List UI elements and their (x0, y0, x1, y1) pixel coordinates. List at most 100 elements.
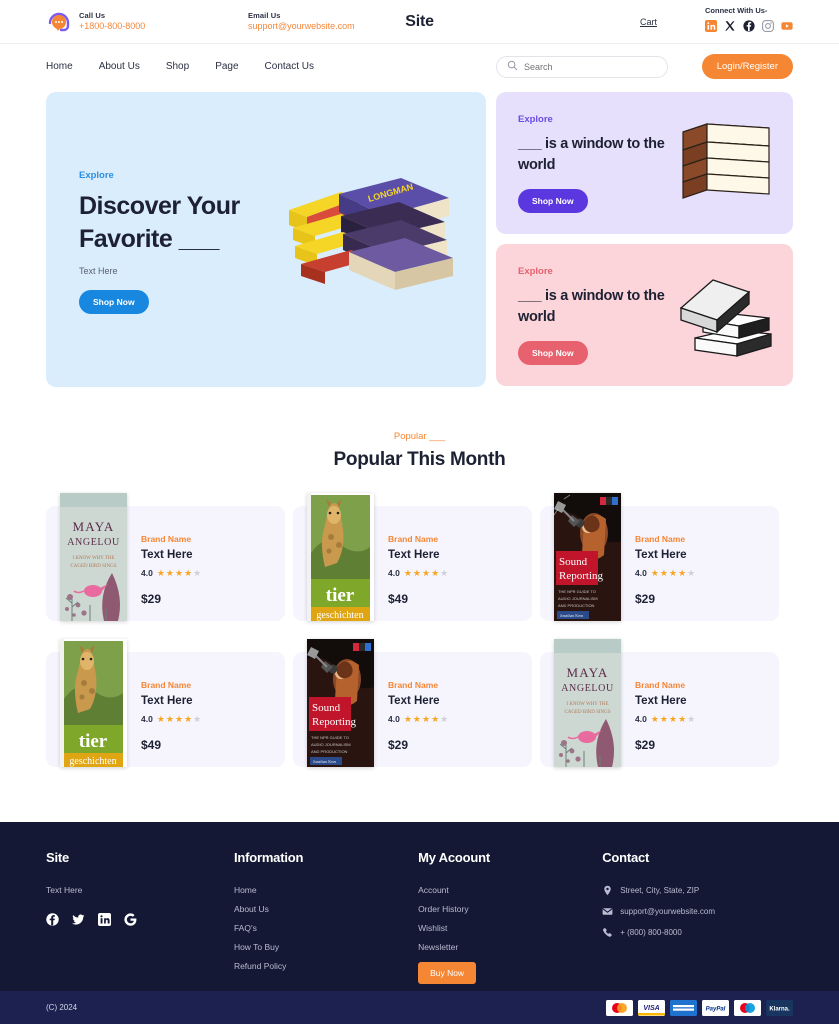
product-brand: Brand Name (141, 534, 192, 544)
svg-text:AND PRODUCTION: AND PRODUCTION (311, 749, 348, 754)
google-icon[interactable] (124, 913, 137, 926)
product-rating: 4.0 ★ ★ ★ ★ ★ (141, 568, 201, 578)
product-brand: Brand Name (635, 680, 686, 690)
connect-with-us: Connect With Us- (705, 6, 793, 32)
footer-social-links (46, 913, 234, 926)
x-twitter-icon[interactable] (724, 19, 736, 31)
facebook-icon[interactable] (46, 913, 59, 926)
footer-link-order-history[interactable]: Order History (418, 904, 602, 914)
book-cover-tier-geschichten: tier geschichten (60, 639, 127, 767)
facebook-icon[interactable] (743, 19, 755, 32)
card-shop-now-button[interactable]: Shop Now (518, 341, 588, 366)
rating-value: 4.0 (141, 568, 153, 578)
product-card[interactable]: MAYA ANGELOU I KNOW WHY THE CAGED BIRD S… (540, 639, 779, 767)
dark-books-illustration (673, 268, 777, 364)
product-card[interactable]: Sound Reporting THE NPR GUIDE TO AUDIO J… (540, 493, 779, 621)
product-name: Text Here (388, 549, 440, 561)
product-rating: 4.0 ★ ★ ★ ★ ★ (388, 714, 448, 724)
footer-link-newsletter[interactable]: Newsletter (418, 942, 602, 952)
nav-item-contact-us[interactable]: Contact Us (265, 61, 314, 72)
card-title: ___ is a window to the world (518, 288, 665, 325)
svg-text:MAYA: MAYA (73, 519, 115, 534)
hero-shop-now-button[interactable]: Shop Now (79, 290, 149, 314)
contact-phone-row: + (800) 800-8000 (602, 927, 793, 938)
footer-link-refund-policy[interactable]: Refund Policy (234, 961, 418, 971)
product-card[interactable]: Sound Reporting THE NPR GUIDE TO AUDIO J… (293, 639, 532, 767)
call-us-block: Call Us +1800-800-8000 (79, 11, 145, 33)
search-box[interactable] (496, 55, 668, 78)
contact-phone[interactable]: + (800) 800-8000 (620, 928, 682, 937)
hero-card-purple[interactable]: Explore ___ is a window to the world Sho… (496, 92, 793, 234)
mastercard-icon (606, 999, 633, 1016)
footer-link-how-to-buy[interactable]: How To Buy (234, 942, 418, 952)
footer-account-links: Account Order History Wishlist Newslette… (418, 885, 602, 984)
rating-stars: ★ ★ ★ ★ ★ (650, 567, 696, 578)
linkedin-icon[interactable] (705, 19, 717, 32)
footer-information-column: Information Home About Us FAQ's How To B… (234, 850, 418, 984)
product-price: $29 (141, 592, 162, 606)
hero-main-banner[interactable]: Explore Discover Your Favorite ___ Text … (46, 92, 486, 387)
footer-link-faqs[interactable]: FAQ's (234, 923, 418, 933)
nav-item-page[interactable]: Page (215, 61, 238, 72)
rating-stars: ★ ★ ★ ★ ★ (403, 567, 449, 578)
logo[interactable]: Call Us +1800-800-8000 (46, 9, 206, 35)
nav-item-shop[interactable]: Shop (166, 61, 189, 72)
product-card[interactable]: tier geschichten Brand Name Text Here 4.… (46, 639, 285, 767)
main-nav: Home About Us Shop Page Contact Us Login… (0, 44, 839, 89)
product-card[interactable]: MAYA ANGELOU I KNOW WHY THE CAGED BIRD S… (46, 493, 285, 621)
footer-brand-text: Text Here (46, 885, 83, 895)
svg-text:I KNOW WHY THE: I KNOW WHY THE (72, 556, 114, 561)
svg-text:MAYA: MAYA (567, 665, 609, 680)
buy-now-button[interactable]: Buy Now (418, 962, 477, 984)
svg-text:ANGELOU: ANGELOU (561, 683, 614, 694)
card-shop-now-button[interactable]: Shop Now (518, 189, 588, 214)
card-title: ___ is a window to the world (518, 136, 665, 173)
footer-contact-heading: Contact (602, 850, 650, 865)
book-cover-maya-angelou: MAYA ANGELOU I KNOW WHY THE CAGED BIRD S… (554, 639, 621, 767)
stacked-books-illustration: LONGMAN (281, 172, 456, 307)
footer-link-about-us[interactable]: About Us (234, 904, 418, 914)
footer-link-home[interactable]: Home (234, 885, 418, 895)
connect-label: Connect With Us- (705, 6, 768, 15)
footer-columns: Site Text Here Information Home About Us… (46, 850, 793, 984)
nav-item-home[interactable]: Home (46, 61, 73, 72)
contact-email[interactable]: support@yourwebsite.com (620, 907, 715, 916)
footer-information-heading: Information (233, 850, 304, 865)
linkedin-icon[interactable] (98, 913, 111, 926)
svg-text:CAGED BIRD SINGS: CAGED BIRD SINGS (564, 710, 610, 715)
svg-text:Jonathan Kern: Jonathan Kern (560, 613, 583, 618)
envelope-icon (602, 906, 613, 917)
rating-value: 4.0 (388, 568, 400, 578)
site-title: Site (405, 12, 434, 30)
brown-books-stack-illustration (673, 116, 777, 212)
footer-link-wishlist[interactable]: Wishlist (418, 923, 602, 933)
contact-email-row: support@yourwebsite.com (602, 906, 793, 917)
copyright-text: (C) 2024 (46, 1003, 78, 1012)
product-brand: Brand Name (141, 680, 192, 690)
nav-item-about-us[interactable]: About Us (99, 61, 140, 72)
cart-link[interactable]: Cart (640, 17, 657, 27)
phone-number[interactable]: +1800-800-8000 (79, 21, 145, 32)
call-us-label: Call Us (79, 10, 106, 20)
rating-stars: ★ ★ ★ ★ ★ (650, 713, 696, 724)
svg-text:I KNOW WHY THE: I KNOW WHY THE (566, 702, 608, 707)
search-input[interactable] (524, 61, 657, 72)
top-bar: Call Us +1800-800-8000 Email Us support@… (0, 0, 839, 44)
footer-link-account[interactable]: Account (418, 885, 602, 895)
product-info: Brand Name Text Here 4.0 ★ ★ ★ ★ ★ $29 (621, 652, 695, 752)
product-row: MAYA ANGELOU I KNOW WHY THE CAGED BIRD S… (46, 493, 793, 621)
instagram-icon[interactable] (762, 19, 774, 32)
product-card[interactable]: tier geschichten Brand Name Text Here 4.… (293, 493, 532, 621)
social-links (705, 19, 793, 32)
book-cover-sound-reporting: Sound Reporting THE NPR GUIDE TO AUDIO J… (307, 639, 374, 767)
twitter-icon[interactable] (72, 913, 85, 926)
footer-contact-column: Contact Street, City, State, ZIP support… (602, 850, 793, 984)
svg-text:CAGED BIRD SINGS: CAGED BIRD SINGS (70, 564, 116, 569)
footer-bottom-bar: (C) 2024 VISA PayPal Klarna. (0, 991, 839, 1024)
login-register-button[interactable]: Login/Register (701, 54, 793, 79)
hero-card-pink[interactable]: Explore ___ is a window to the world Sho… (496, 244, 793, 386)
footer-contact-list: Street, City, State, ZIP support@yourweb… (602, 885, 793, 938)
youtube-icon[interactable] (781, 19, 793, 31)
product-rating: 4.0 ★ ★ ★ ★ ★ (141, 714, 201, 724)
product-price: $49 (388, 592, 409, 606)
